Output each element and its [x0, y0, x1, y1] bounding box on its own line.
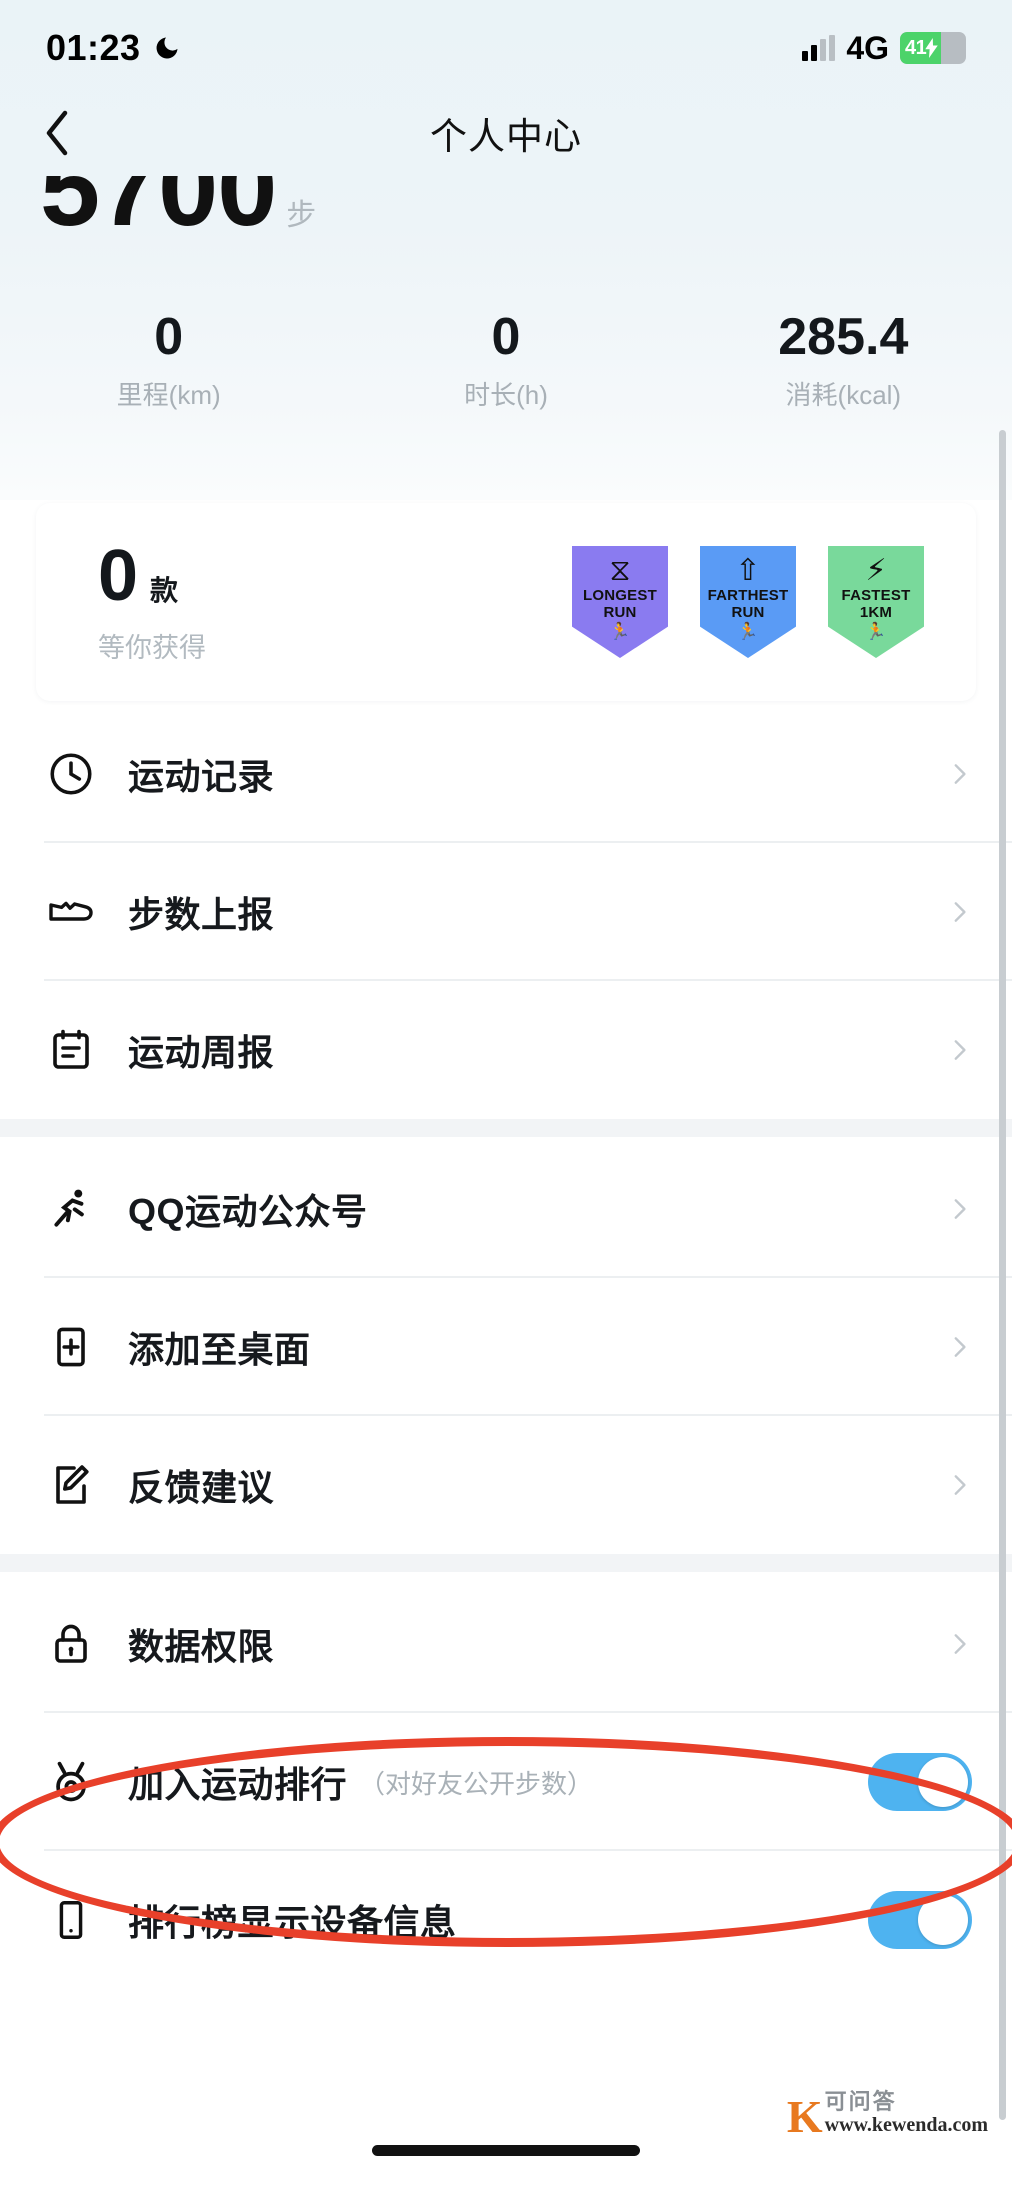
weekly-report-label: 运动周报	[128, 1032, 275, 1073]
calendar-icon	[44, 1023, 98, 1077]
stat-distance-label: 里程(km)	[116, 379, 221, 410]
show-device-info-toggle[interactable]	[868, 1891, 972, 1949]
navigation-bar: 个人中心	[0, 96, 1012, 170]
battery-indicator: 41	[900, 32, 966, 64]
runner-icon: 🏃	[737, 621, 759, 641]
add-box-icon	[44, 1320, 98, 1374]
lightning-bolt-icon	[925, 38, 938, 58]
farthest-run-medal[interactable]: ⇧ FARTHEST RUN 🏃	[700, 546, 796, 658]
longest-run-medal-line1: LONGEST	[583, 587, 657, 604]
sidebar-item-add-to-desktop[interactable]: 添加至桌面	[0, 1278, 1012, 1416]
join-sport-ranking-note: （对好友公开步数）	[359, 1768, 594, 1799]
add-to-desktop-label: 添加至桌面	[128, 1329, 311, 1370]
hourglass-icon: ⧖	[609, 554, 631, 587]
medal-card-subtitle: 等你获得	[98, 632, 206, 663]
menu-group-2: QQ运动公众号 添加至桌面 反馈建议	[0, 1140, 1012, 1572]
sidebar-item-qq-sport-official-account[interactable]: QQ运动公众号	[0, 1140, 1012, 1278]
step-count-value: 5700	[40, 176, 277, 248]
medal-icon	[44, 1755, 98, 1809]
vertical-scrollbar[interactable]	[999, 430, 1006, 2120]
back-button[interactable]	[34, 110, 80, 156]
status-bar-right: 4G 41	[802, 30, 966, 67]
stat-distance: 0 里程(km)	[0, 310, 337, 412]
menu-group-1: 运动记录 步数上报 运动周报	[0, 705, 1012, 1137]
moon-icon	[153, 34, 181, 62]
chevron-right-icon	[954, 1634, 966, 1654]
chevron-right-icon	[954, 764, 966, 784]
stat-duration-label: 时长(h)	[464, 379, 548, 410]
sidebar-item-sport-record[interactable]: 运动记录	[0, 705, 1012, 843]
join-sport-ranking-toggle[interactable]	[868, 1753, 972, 1811]
medal-icons-group: ⧖ LONGEST RUN 🏃 ⇧ FARTHEST RUN 🏃 ⚡ FASTE…	[572, 546, 976, 658]
menu-group-3: 数据权限 加入运动排行 （对好友公开步数） 排行榜显示设备信息	[0, 1575, 1012, 1989]
shoe-icon	[44, 885, 98, 939]
lightning-icon: ⚡	[865, 554, 887, 587]
toggle-knob	[918, 1895, 968, 1945]
longest-run-medal[interactable]: ⧖ LONGEST RUN 🏃	[572, 546, 668, 658]
sport-record-label: 运动记录	[128, 756, 275, 797]
signal-bars-icon	[802, 35, 836, 61]
home-indicator	[372, 2145, 640, 2156]
clock-icon	[44, 747, 98, 801]
section-separator	[0, 1119, 1012, 1137]
lock-icon	[44, 1617, 98, 1671]
step-report-label: 步数上报	[128, 894, 275, 935]
status-time: 01:23	[46, 27, 141, 68]
watermark-url: www.kewenda.com	[824, 2114, 988, 2136]
summary-stats-row: 0 里程(km) 0 时长(h) 285.4 消耗(kcal)	[0, 310, 1012, 412]
watermark-cn-text: 可问答	[824, 2088, 897, 2114]
farthest-run-medal-line2: RUN	[731, 603, 765, 621]
medal-card[interactable]: 0 款 等你获得 ⧖ LONGEST RUN 🏃 ⇧ FARTHEST RUN …	[36, 503, 976, 701]
show-device-info-label: 排行榜显示设备信息	[128, 1902, 457, 1943]
farthest-run-medal-line1: FARTHEST	[707, 587, 789, 604]
sidebar-item-weekly-report[interactable]: 运动周报	[0, 981, 1012, 1119]
chevron-right-icon	[954, 1040, 966, 1060]
sidebar-item-show-device-info-in-ranking[interactable]: 排行榜显示设备信息	[0, 1851, 1012, 1989]
phone-icon	[44, 1893, 98, 1947]
status-bar: 01:23 4G 41	[0, 0, 1012, 96]
stat-distance-value: 0	[154, 308, 184, 366]
fastest-1km-medal-line2: 1KM	[859, 603, 893, 621]
stat-duration: 0 时长(h)	[337, 310, 674, 412]
edit-note-icon	[44, 1458, 98, 1512]
medal-count-value: 0	[98, 535, 139, 616]
road-icon: ⇧	[735, 554, 761, 587]
chevron-right-icon	[954, 1475, 966, 1495]
sidebar-item-data-permission[interactable]: 数据权限	[0, 1575, 1012, 1713]
page-title: 个人中心	[430, 116, 582, 157]
medal-card-text: 0 款 等你获得	[36, 540, 206, 665]
longest-run-medal-line2: RUN	[603, 603, 637, 621]
join-sport-ranking-label: 加入运动排行	[128, 1764, 348, 1805]
fastest-1km-medal[interactable]: ⚡ FASTEST 1KM 🏃	[828, 546, 924, 658]
chevron-right-icon	[954, 902, 966, 922]
stat-calories: 285.4 消耗(kcal)	[675, 310, 1012, 412]
fastest-1km-medal-line1: FASTEST	[841, 587, 911, 604]
sidebar-item-step-report[interactable]: 步数上报	[0, 843, 1012, 981]
watermark: K 可问答 www.kewenda.com	[786, 2088, 988, 2142]
runner-icon: 🏃	[609, 621, 631, 641]
step-count-hero: 5700 步	[0, 176, 1012, 254]
data-permission-label: 数据权限	[128, 1626, 275, 1667]
stat-calories-value: 285.4	[778, 308, 909, 366]
status-bar-left: 01:23	[46, 27, 181, 69]
network-type-label: 4G	[846, 29, 889, 66]
stat-duration-value: 0	[491, 308, 521, 366]
runner-icon: 🏃	[865, 621, 887, 641]
chevron-right-icon	[954, 1199, 966, 1219]
step-count-unit: 步	[286, 199, 317, 232]
section-separator	[0, 1554, 1012, 1572]
sidebar-item-join-sport-ranking[interactable]: 加入运动排行 （对好友公开步数）	[0, 1713, 1012, 1851]
runner-icon	[44, 1182, 98, 1236]
sidebar-item-feedback[interactable]: 反馈建议	[0, 1416, 1012, 1554]
watermark-logo: K	[786, 2090, 823, 2142]
medal-count-unit: 款	[150, 574, 179, 606]
feedback-label: 反馈建议	[128, 1467, 275, 1508]
chevron-right-icon	[954, 1337, 966, 1357]
qq-sport-official-account-label: QQ运动公众号	[128, 1191, 368, 1232]
stat-calories-label: 消耗(kcal)	[785, 379, 902, 410]
battery-percent-label: 41	[905, 36, 927, 59]
chevron-left-icon	[46, 110, 68, 156]
toggle-knob	[918, 1757, 968, 1807]
